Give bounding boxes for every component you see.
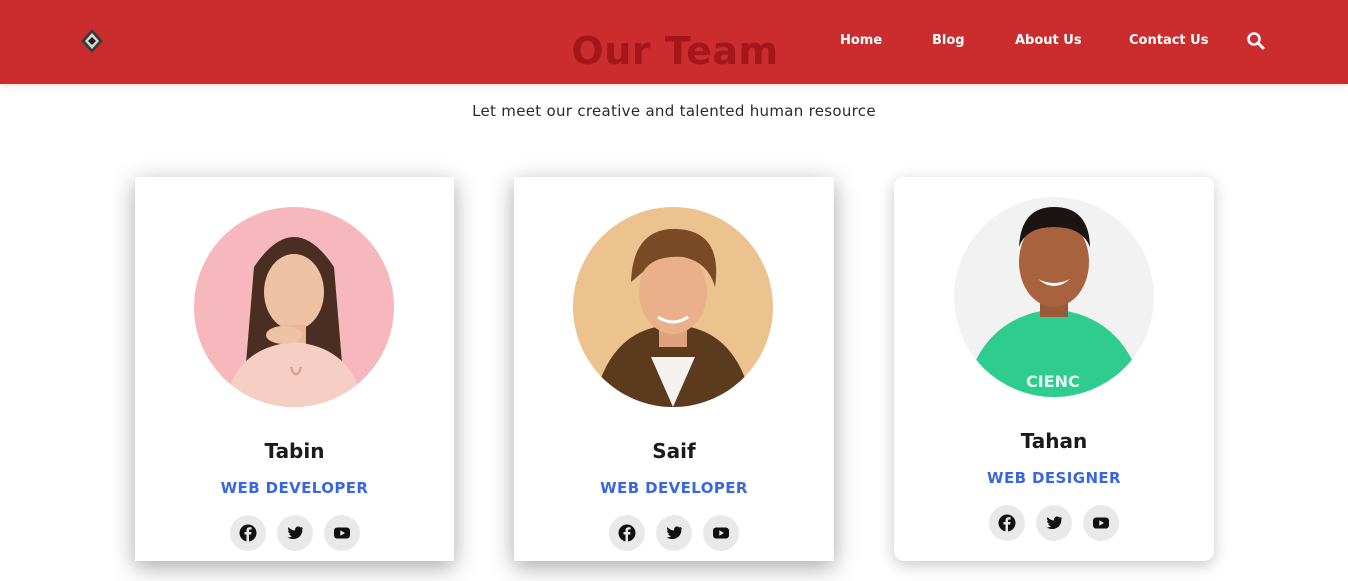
avatar <box>194 207 394 407</box>
youtube-button[interactable] <box>323 515 360 551</box>
twitter-icon <box>287 526 303 540</box>
nav-contact-us[interactable]: Contact Us <box>1129 33 1208 49</box>
team-card: CIENC Tahan WEB DESIGNER <box>894 177 1214 561</box>
avatar <box>573 207 773 407</box>
social-links <box>135 515 454 551</box>
site-header: Our Team Home Blog About Us Contact Us <box>0 0 1348 84</box>
twitter-button[interactable] <box>1036 505 1072 541</box>
member-name: Saif <box>652 439 696 463</box>
nav-blog[interactable]: Blog <box>932 33 965 49</box>
twitter-icon <box>666 526 683 540</box>
facebook-icon <box>618 524 636 542</box>
social-links <box>894 505 1214 541</box>
search-icon[interactable] <box>1246 31 1266 51</box>
member-role: WEB DESIGNER <box>987 469 1121 487</box>
member-name: Tahan <box>1020 429 1088 453</box>
facebook-button[interactable] <box>229 515 266 551</box>
nav-home[interactable]: Home <box>840 33 882 49</box>
svg-text:CIENC: CIENC <box>1026 372 1080 391</box>
facebook-icon <box>998 514 1016 532</box>
youtube-icon <box>1093 517 1109 529</box>
social-links <box>514 515 834 551</box>
facebook-button[interactable] <box>609 515 645 551</box>
youtube-icon <box>333 527 350 539</box>
nav-about-us[interactable]: About Us <box>1015 33 1082 49</box>
diamond-logo-icon[interactable] <box>80 28 104 54</box>
team-subtitle: Let meet our creative and talented human… <box>472 102 876 120</box>
youtube-icon <box>713 527 729 539</box>
facebook-button[interactable] <box>989 505 1025 541</box>
youtube-button[interactable] <box>1083 505 1119 541</box>
member-role: WEB DEVELOPER <box>220 479 369 497</box>
twitter-button[interactable] <box>656 515 692 551</box>
member-name: Tabin <box>264 439 325 463</box>
avatar: CIENC <box>954 197 1154 397</box>
page-title: Our Team <box>571 29 779 73</box>
youtube-button[interactable] <box>703 515 739 551</box>
facebook-icon <box>239 524 256 542</box>
team-card: Tabin WEB DEVELOPER <box>135 177 454 561</box>
member-role: WEB DEVELOPER <box>600 479 748 497</box>
twitter-icon <box>1046 516 1063 530</box>
team-card: Saif WEB DEVELOPER <box>514 177 834 561</box>
twitter-button[interactable] <box>276 515 313 551</box>
